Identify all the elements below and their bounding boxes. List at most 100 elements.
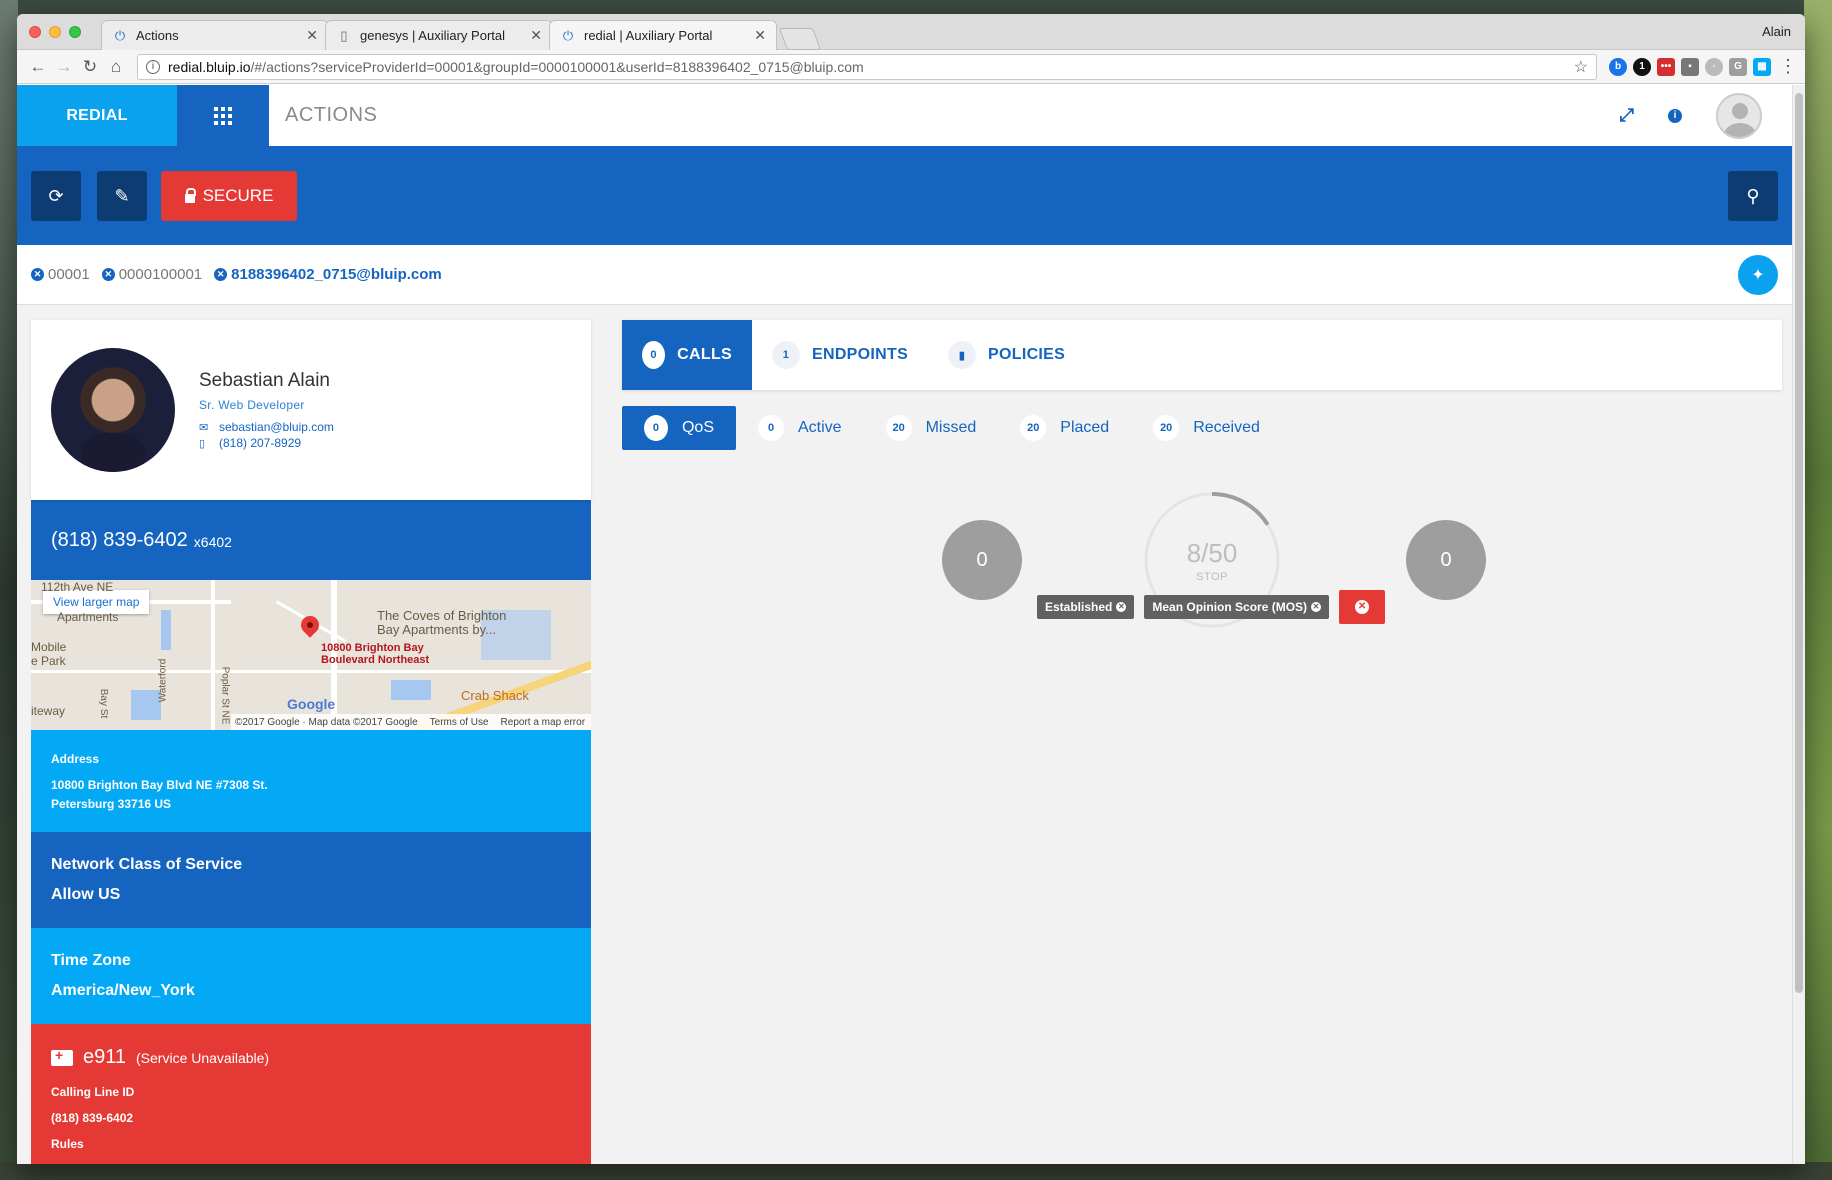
minimize-window-button[interactable] [49, 26, 61, 38]
scrollbar-thumb[interactable] [1795, 93, 1803, 993]
brand-button[interactable]: REDIAL [17, 85, 177, 146]
clear-filters-button[interactable]: ✕ [1339, 590, 1386, 624]
extension-lastpass-icon[interactable]: ••• [1657, 57, 1675, 76]
user-profile-panel: Sebastian Alain Sr. Web Developer ✉ seba… [31, 320, 591, 1164]
remove-filter-icon[interactable]: ✕ [1311, 602, 1322, 612]
extension-b-icon[interactable]: b [1609, 57, 1627, 76]
browser-profile-name[interactable]: Alain [1762, 24, 1791, 39]
bookmark-icon: ▮ [948, 341, 977, 369]
tab-label: ENDPOINTS [812, 346, 909, 363]
extension-1password-icon[interactable]: 1 [1633, 57, 1651, 76]
calls-count-badge: 0 [642, 341, 666, 369]
browser-tab-genesys[interactable]: ▯ genesys | Auxiliary Portal ✕ [325, 20, 553, 50]
site-info-icon[interactable]: i [146, 59, 160, 74]
browser-tab-redial[interactable]: ⏻ redial | Auxiliary Portal ✕ [549, 20, 777, 50]
profile-name: Sebastian Alain [199, 370, 330, 391]
bookmark-star-icon[interactable]: ☆ [1574, 57, 1588, 77]
envelope-icon: ✉ [199, 421, 209, 434]
map-terms-link[interactable]: Terms of Use [430, 717, 489, 728]
mobile-phone-icon: ▯ [199, 437, 206, 450]
breadcrumb-group[interactable]: ✕ 0000100001 [101, 266, 202, 283]
reload-icon[interactable]: ↻ [77, 57, 103, 77]
address-label: Address [51, 752, 100, 766]
subtab-missed[interactable]: 20 Missed [864, 406, 999, 450]
close-icon[interactable]: ✕ [754, 27, 766, 44]
back-arrow-icon[interactable]: ← [25, 57, 51, 77]
app-viewport: REDIAL ACTIONS ⤢ i ⟳ ✎ SECURE ⚲ ✕ 00001 … [17, 85, 1792, 1164]
info-icon[interactable]: i [1668, 108, 1682, 123]
extension-calendar-icon[interactable]: ▦ [1753, 57, 1771, 76]
subtab-placed[interactable]: 20 Placed [998, 406, 1131, 450]
refresh-button[interactable]: ⟳ [31, 171, 81, 221]
subtab-received[interactable]: 20 Received [1131, 406, 1282, 450]
search-button[interactable]: ⚲ [1728, 171, 1778, 221]
map-pin-label: Boulevard Northeast [321, 654, 430, 666]
pin-action-button[interactable]: ✦ [1738, 255, 1778, 295]
map-place-label: Mobile [31, 640, 67, 654]
maximize-window-button[interactable] [69, 26, 81, 38]
remove-filter-icon[interactable]: ✕ [1116, 602, 1127, 612]
user-avatar[interactable] [1716, 92, 1762, 139]
map-street-label: Bay St [98, 688, 110, 719]
browser-tab-actions[interactable]: ⏻ Actions ✕ [101, 20, 329, 50]
remove-icon[interactable]: ✕ [101, 268, 115, 281]
tab-calls[interactable]: 0 CALLS [622, 320, 752, 390]
extension-circle-icon[interactable]: ◦ [1705, 57, 1723, 76]
home-icon[interactable]: ⌂ [103, 57, 129, 77]
e911-section: e911 (Service Unavailable) Calling Line … [31, 1024, 591, 1164]
browser-window: ⏻ Actions ✕ ▯ genesys | Auxiliary Portal… [17, 14, 1805, 1164]
remove-icon[interactable]: ✕ [31, 268, 44, 281]
url-input[interactable]: i redial.bluip.io/#/actions?serviceProvi… [137, 53, 1597, 80]
page-title: ACTIONS [285, 104, 378, 126]
tab-endpoints[interactable]: 1 ENDPOINTS [752, 320, 928, 390]
map-street-label: 112th Ave NE [41, 580, 114, 594]
extension-pocket-icon[interactable]: ▪ [1681, 57, 1699, 76]
browser-menu-icon[interactable]: ⋮ [1779, 56, 1797, 77]
tab-title: Actions [136, 28, 179, 43]
endpoints-count-badge: 1 [772, 341, 800, 369]
apps-grid-button[interactable] [177, 85, 269, 146]
secure-button[interactable]: SECURE [161, 171, 297, 221]
ncos-label: Network Class of Service [51, 856, 243, 873]
close-window-button[interactable] [29, 26, 41, 38]
active-count-badge: 0 [758, 415, 784, 441]
refresh-icon: ⟳ [48, 185, 64, 206]
map-place-label: Bay Apartments by... [377, 622, 496, 637]
subtab-label: QoS [681, 419, 714, 436]
location-map[interactable]: View larger map 112th Ave NE Apartments … [31, 580, 591, 730]
profile-photo [51, 348, 175, 472]
stop-label[interactable]: STOP [1196, 571, 1228, 583]
close-icon[interactable]: ✕ [530, 27, 542, 44]
page-scrollbar[interactable] [1792, 85, 1805, 1164]
subtab-qos[interactable]: 0 QoS [622, 406, 736, 450]
missed-count-badge: 20 [885, 415, 912, 441]
filter-chip-established[interactable]: Established ✕ [1037, 595, 1135, 619]
calling-line-value: (818) 839-6402 [51, 1111, 134, 1125]
map-report-link[interactable]: Report a map error [501, 717, 585, 728]
map-place-label: e Park [31, 654, 66, 668]
filter-label: Mean Opinion Score (MOS) [1152, 600, 1308, 614]
magic-wand-button[interactable]: ✎ [97, 171, 147, 221]
active-filters: Established ✕ Mean Opinion Score (MOS) ✕… [1037, 590, 1386, 624]
timezone-value: America/New_York [51, 982, 195, 999]
fullscreen-expand-icon[interactable]: ⤢ [1620, 105, 1634, 126]
profile-phone[interactable]: ▯ (818) 207-8929 [199, 436, 301, 450]
tab-policies[interactable]: ▮ POLICIES [928, 320, 1085, 390]
remove-icon[interactable]: ✕ [214, 268, 228, 281]
grid-icon [214, 106, 232, 125]
main-tabs: 0 CALLS 1 ENDPOINTS ▮ POLICIES [622, 320, 1782, 390]
close-icon[interactable]: ✕ [306, 27, 318, 44]
main-number-band: (818) 839-6402 x6402 [31, 500, 591, 580]
e911-status: (Service Unavailable) [136, 1049, 270, 1066]
main-content: 0 CALLS 1 ENDPOINTS ▮ POLICIES 0 QoS 0 A… [622, 320, 1782, 1164]
subtab-active[interactable]: 0 Active [736, 406, 864, 450]
breadcrumb-service-provider[interactable]: ✕ 00001 [31, 266, 90, 283]
filter-label: Established [1045, 600, 1113, 614]
forward-arrow-icon[interactable]: → [51, 57, 77, 77]
breadcrumb-user[interactable]: ✕ 8188396402_0715@bluip.com [214, 266, 442, 283]
new-tab-button[interactable] [778, 28, 822, 50]
extension-g-icon[interactable]: G [1729, 57, 1747, 76]
app-header: REDIAL ACTIONS ⤢ i [17, 85, 1792, 146]
filter-chip-mos[interactable]: Mean Opinion Score (MOS) ✕ [1144, 595, 1330, 619]
profile-email[interactable]: ✉ sebastian@bluip.com [199, 420, 334, 434]
